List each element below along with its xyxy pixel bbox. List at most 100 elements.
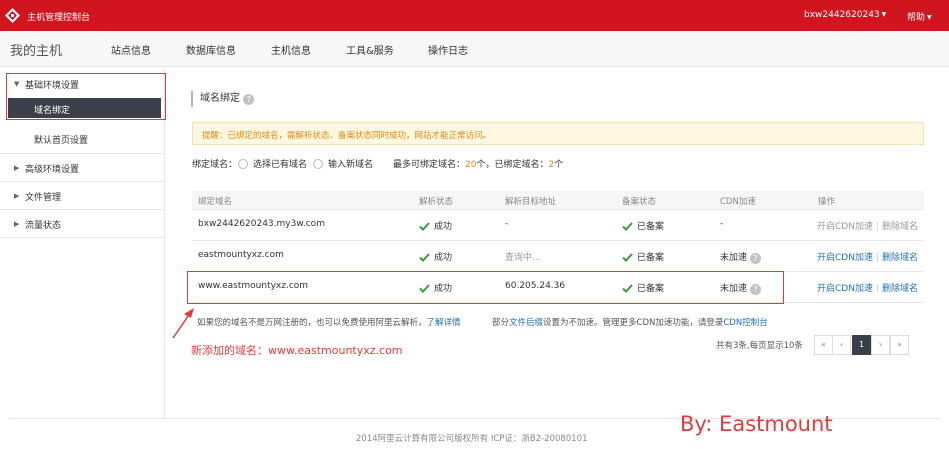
radio-new-domain[interactable]: 输入新域名 — [313, 157, 373, 170]
radio-icon — [313, 159, 323, 169]
help-menu[interactable]: 帮助 ▼ — [907, 10, 932, 23]
delete-domain-link[interactable]: 删除域名 — [882, 222, 918, 232]
operations-cell: 开启CDN加速 | 删除域名 — [817, 219, 918, 232]
console-title: 主机管理控制台 — [27, 13, 91, 23]
record-status-cell: 已备案 — [622, 219, 664, 232]
cdn-cell: 未加速 ? — [720, 250, 761, 264]
check-icon — [622, 253, 633, 262]
last-page-button[interactable]: » — [890, 335, 909, 355]
nav-operation-log[interactable]: 操作日志 — [428, 42, 468, 57]
max-label: 最多可绑定域名： — [393, 160, 466, 170]
note2-middle: 设置为不加速。管理更多CDN加速功能，请登录 — [543, 318, 724, 328]
radio-new-label: 输入新域名 — [328, 160, 374, 170]
prev-page-button[interactable]: ‹ — [832, 335, 851, 355]
file-suffix-link[interactable]: 文件后缀 — [509, 318, 543, 328]
record-status-text: 已备案 — [637, 222, 665, 232]
table-row: bxw2442620243.my3w.com 成功 - 已备案 - 开启CDN加… — [192, 210, 924, 241]
resolve-status-cell: 成功 — [419, 219, 452, 232]
learn-more-link[interactable]: 了解详情 — [427, 318, 461, 328]
table-header: 绑定域名 解析状态 解析目标地址 备案状态 CDN加速 操作 — [192, 191, 924, 210]
bind-domain-label: 绑定域名： — [192, 160, 238, 170]
footer-copyright: 2014阿里云计算有限公司版权所有 ICP证：浙B2-20080101 — [356, 434, 588, 444]
radio-icon — [238, 159, 248, 169]
first-page-button[interactable]: « — [814, 335, 833, 355]
collapsed-arrow-icon: ▶ — [14, 164, 20, 172]
tip-banner: 提醒：已绑定的域名，需解析状态、备案状态同时成功，网站才能正常访问。 — [192, 122, 924, 145]
enable-cdn-link[interactable]: 开启CDN加速 — [817, 222, 873, 232]
check-icon — [419, 253, 430, 262]
bound-unit: 个 — [554, 160, 564, 170]
bind-count-info: 最多可绑定域名：20个，已绑定域名：2个 — [393, 157, 563, 170]
domain-cell: bxw2442620243.my3w.com — [198, 219, 325, 229]
note2-prefix: 部分 — [492, 318, 510, 328]
help-question-icon[interactable]: ? — [243, 94, 255, 105]
table-row: eastmountyxz.com 成功 查询中... 已备案 未加速 ? 开启C… — [192, 241, 924, 272]
sidebar-item-label: 默认首页设置 — [34, 136, 89, 146]
caret-down-icon: ▼ — [927, 14, 932, 21]
column-header: 绑定域名 — [198, 197, 233, 207]
sidebar-item-default-homepage[interactable]: 默认首页设置 — [8, 128, 161, 148]
separator: | — [875, 222, 879, 232]
highlight-box-new-domain-row — [187, 271, 784, 304]
enable-cdn-link[interactable]: 开启CDN加速 — [817, 284, 873, 294]
separator: | — [875, 284, 879, 294]
cdn-note: 部分文件后缀设置为不加速。管理更多CDN加速功能，请登录CDN控制台 — [492, 316, 768, 328]
nav-host-info[interactable]: 主机信息 — [271, 42, 311, 57]
nav-tools-services[interactable]: 工具&服务 — [346, 42, 394, 57]
record-status-cell: 已备案 — [622, 250, 664, 263]
cdn-console-link[interactable]: CDN控制台 — [723, 318, 767, 328]
delete-domain-link[interactable]: 删除域名 — [882, 253, 918, 263]
record-status-text: 已备案 — [637, 253, 665, 263]
pager-info: 共有3条,每页显示10条 — [716, 341, 803, 351]
tip-text: 提醒：已绑定的域名，需解析状态、备案状态同时成功，网站才能正常访问。 — [202, 131, 492, 141]
user-name: bxw2442620243 — [804, 10, 880, 20]
check-icon — [419, 222, 430, 231]
collapsed-arrow-icon: ▶ — [14, 220, 20, 228]
column-header: 解析目标地址 — [505, 197, 557, 207]
sidebar — [0, 68, 165, 418]
radio-existing-label: 选择已有域名 — [253, 160, 308, 170]
column-header: 备案状态 — [622, 197, 657, 207]
aliyun-dns-note: 如果您的域名不是万网注册的，也可以免费使用阿里云解析，了解详情 — [197, 316, 461, 328]
sidebar-group-file-management[interactable]: ▶ 文件管理 — [0, 182, 165, 210]
target-cell: 查询中... — [505, 253, 541, 263]
resolve-status-text: 成功 — [434, 222, 453, 232]
section-title-text: 域名绑定 — [200, 93, 240, 104]
cdn-cell: - — [720, 219, 724, 229]
note-text: 如果您的域名不是万网注册的，也可以免费使用阿里云解析， — [197, 318, 427, 328]
help-question-icon[interactable]: ? — [749, 253, 761, 264]
main-nav: 我的主机 站点信息 数据库信息 主机信息 工具&服务 操作日志 — [0, 31, 949, 67]
aliyun-logo-icon — [5, 8, 20, 23]
sidebar-group-advanced-env[interactable]: ▶ 高级环境设置 — [0, 154, 165, 182]
collapsed-arrow-icon: ▶ — [14, 192, 20, 200]
nav-database-info[interactable]: 数据库信息 — [186, 42, 236, 57]
operations-cell: 开启CDN加速 | 删除域名 — [817, 250, 918, 263]
enable-cdn-link[interactable]: 开启CDN加速 — [817, 253, 873, 263]
bound-label: 个，已绑定域名： — [476, 160, 549, 170]
sidebar-group-label: 文件管理 — [25, 193, 62, 203]
radio-existing-domain[interactable]: 选择已有域名 — [238, 157, 307, 170]
page-brand[interactable]: 我的主机 — [10, 40, 62, 59]
resolve-status-cell: 成功 — [419, 250, 452, 263]
sidebar-group-traffic-status[interactable]: ▶ 流量状态 — [0, 210, 165, 238]
next-page-button[interactable]: › — [871, 335, 890, 355]
page-1-button[interactable]: 1 — [852, 335, 871, 355]
author-signature: By: Eastmount — [680, 412, 833, 436]
cdn-status-text: 未加速 — [720, 253, 748, 263]
new-domain-annotation: 新添加的域名：www.eastmountyxz.com — [191, 344, 403, 357]
user-menu[interactable]: bxw2442620243 ▼ — [804, 10, 886, 20]
check-icon — [622, 222, 633, 231]
column-header: 操作 — [818, 197, 836, 207]
top-bar: 主机管理控制台 bxw2442620243 ▼ 帮助 ▼ — [0, 0, 949, 31]
nav-site-info[interactable]: 站点信息 — [111, 42, 151, 57]
caret-down-icon: ▼ — [881, 11, 887, 18]
resolve-status-text: 成功 — [434, 253, 453, 263]
highlight-box-sidebar — [6, 73, 166, 120]
sidebar-group-label: 流量状态 — [25, 221, 62, 231]
column-header: CDN加速 — [720, 197, 756, 207]
delete-domain-link[interactable]: 删除域名 — [882, 284, 918, 294]
help-label: 帮助 — [907, 13, 926, 23]
target-cell: - — [505, 219, 509, 229]
operations-cell: 开启CDN加速 | 删除域名 — [817, 281, 918, 294]
max-count: 20 — [465, 160, 477, 170]
